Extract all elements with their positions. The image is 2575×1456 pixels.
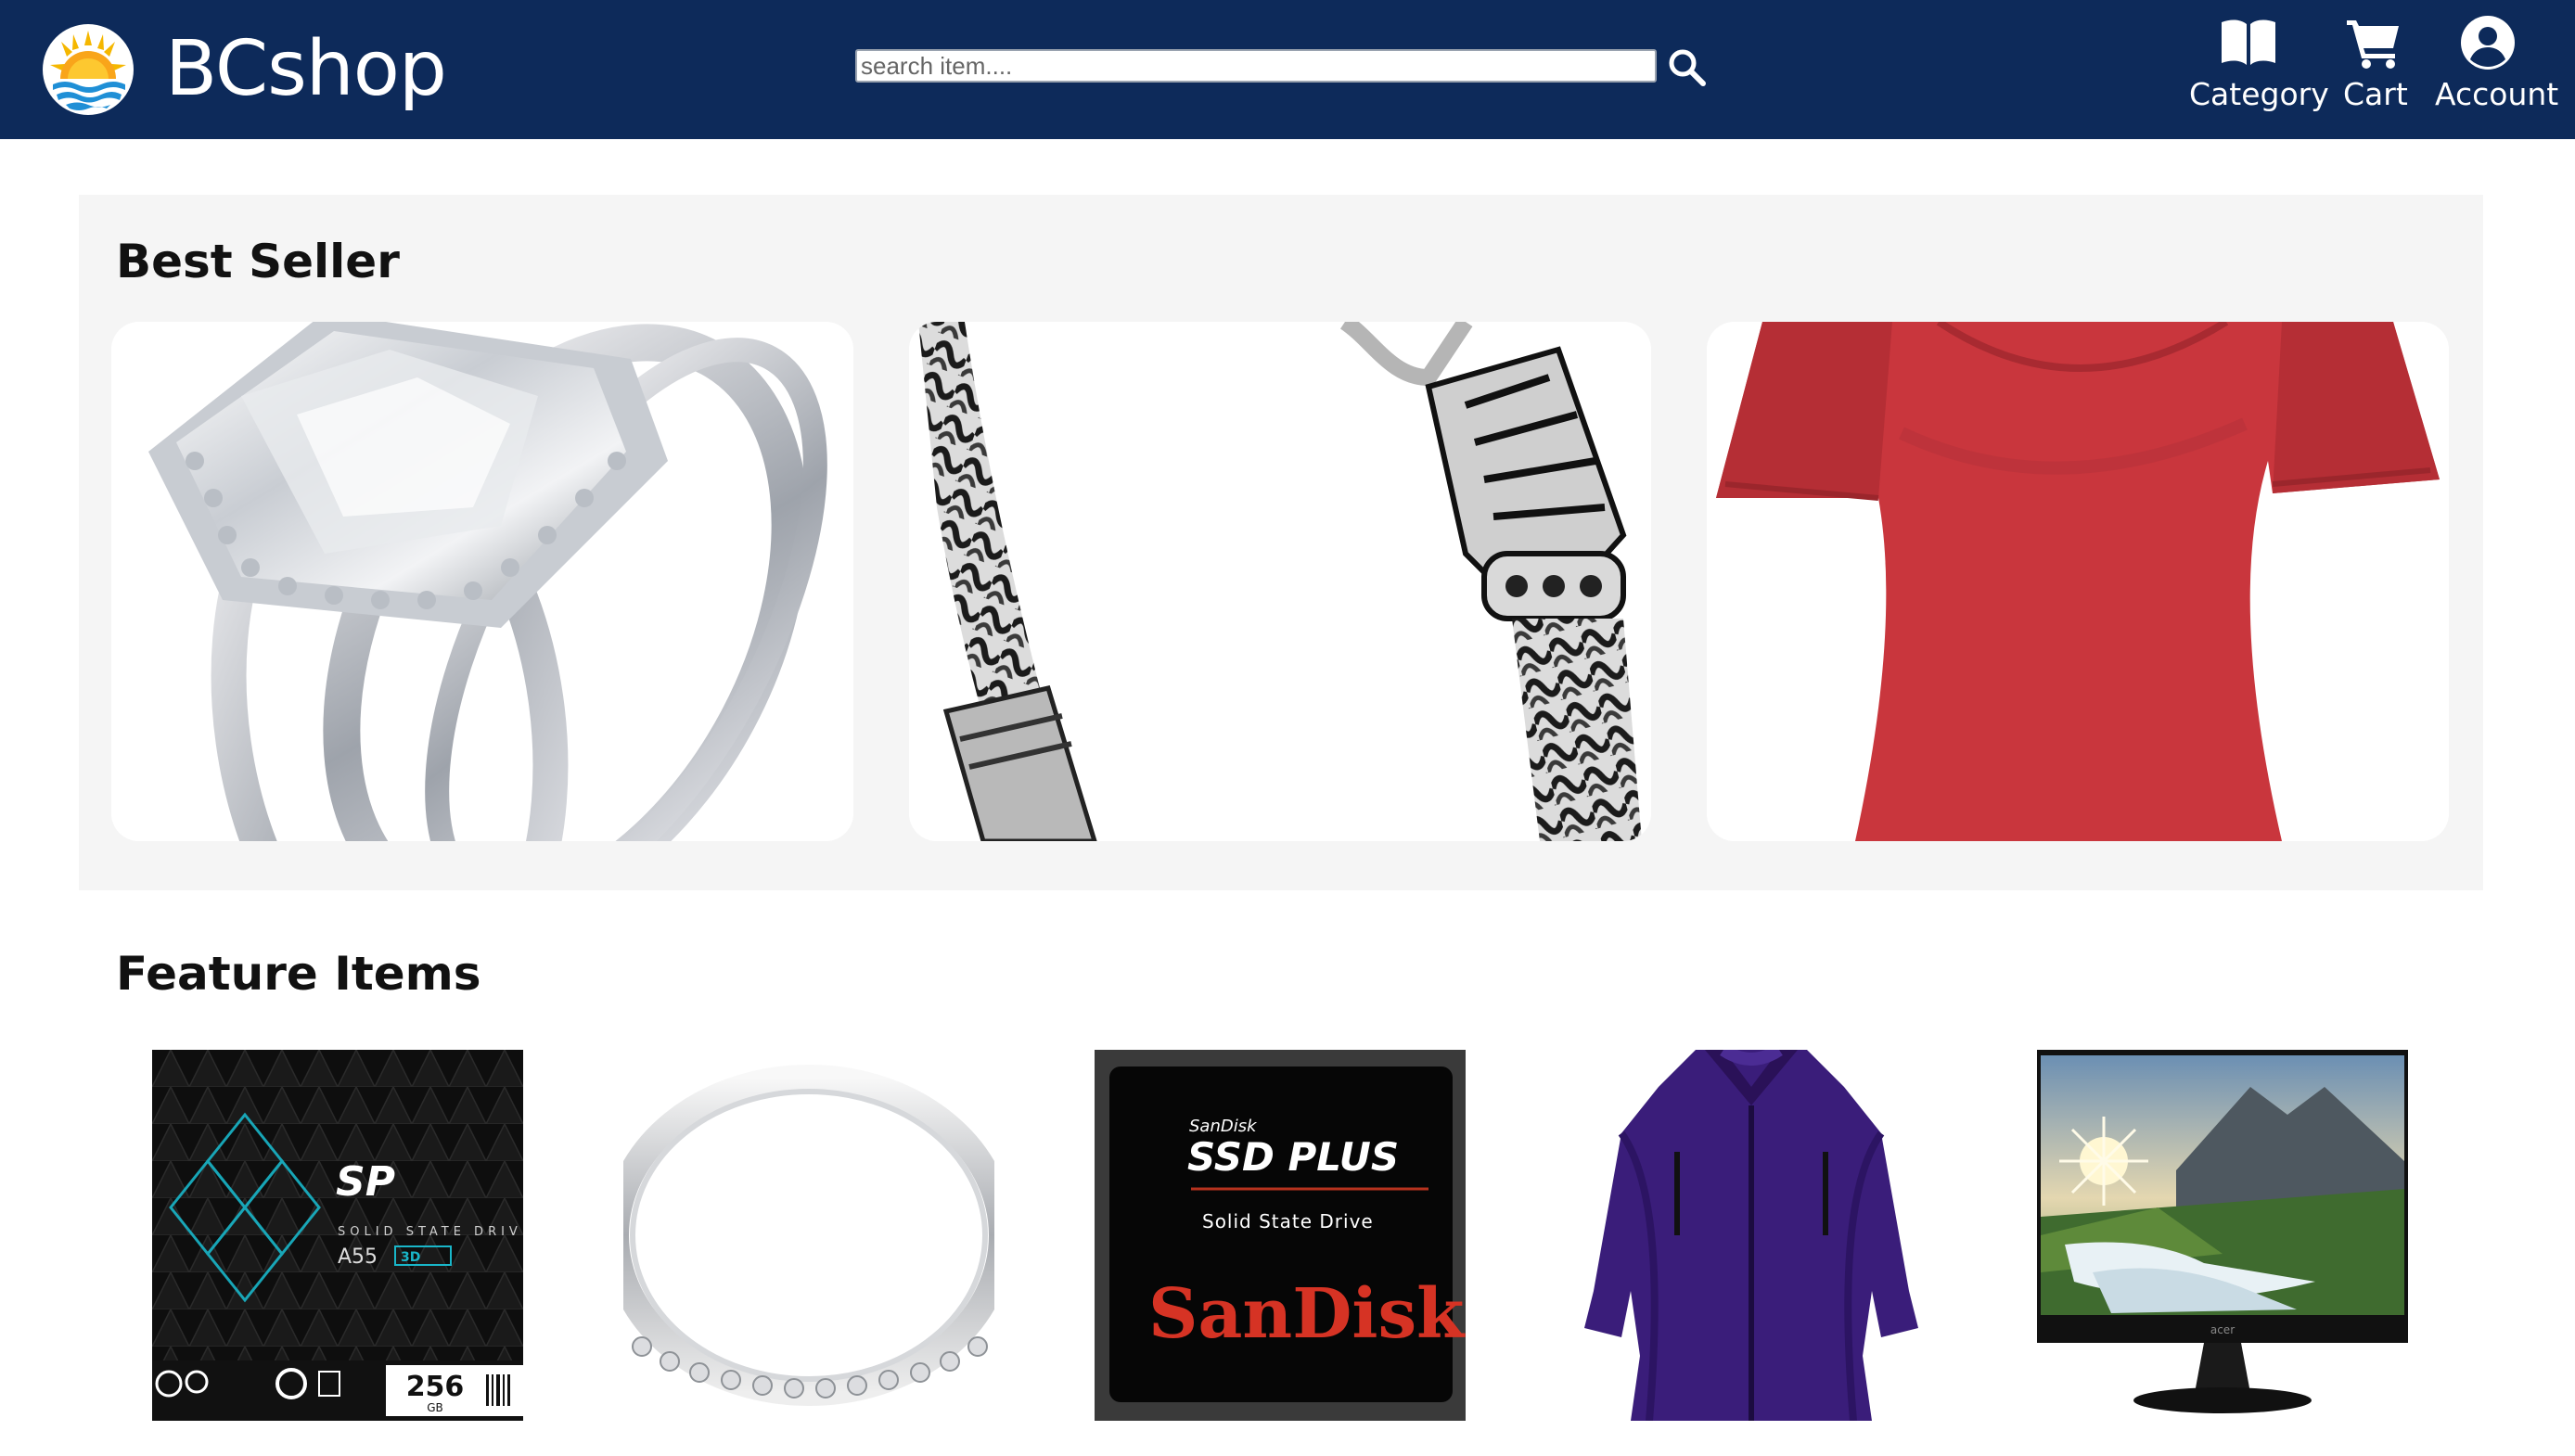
feature-item[interactable]: [1566, 1050, 1937, 1421]
sp-ssd-box-image: SP SOLID STATE DRIVE A55 3D 256 GB: [152, 1050, 523, 1421]
search-input[interactable]: [855, 49, 1657, 83]
nav-category-label: Category: [2189, 76, 2329, 112]
diamond-ring-image: [111, 322, 853, 841]
feature-item[interactable]: [623, 1050, 994, 1421]
shopping-cart-icon: [2347, 20, 2399, 69]
sp-badge-text: 3D: [401, 1250, 420, 1265]
top-navbar: BCshop Category Cart Account: [0, 0, 2575, 139]
red-tshirt-image: [1707, 322, 2449, 841]
search-button[interactable]: [1666, 46, 1709, 89]
brand-name[interactable]: BCshop: [165, 32, 447, 108]
best-seller-section: Best Seller: [79, 195, 2483, 890]
sp-line1-text: SOLID STATE DRIVE: [338, 1225, 523, 1239]
sp-model-text: A55: [338, 1245, 378, 1269]
sandisk-maker-text: SanDisk: [1189, 1117, 1258, 1136]
feature-item[interactable]: SP SOLID STATE DRIVE A55 3D 256 GB: [152, 1050, 523, 1421]
purple-jacket-image: [1566, 1050, 1937, 1421]
best-seller-card[interactable]: [1707, 322, 2449, 841]
sp-brand-text: SP: [336, 1158, 395, 1206]
nav-cart-label: Cart: [2343, 76, 2408, 112]
sandisk-subtitle-text: Solid State Drive: [1202, 1210, 1374, 1232]
sp-unit-text: GB: [427, 1401, 443, 1414]
magnifier-icon: [1669, 49, 1706, 86]
best-seller-card[interactable]: [111, 322, 853, 841]
sandisk-product-text: SSD PLUS: [1187, 1134, 1399, 1180]
sun-over-waves-logo[interactable]: [42, 23, 135, 116]
best-seller-card[interactable]: [909, 322, 1651, 841]
feature-items-title: Feature Items: [116, 947, 481, 1001]
monitor-logo-text: acer: [2210, 1323, 2235, 1336]
open-book-icon: [2222, 19, 2275, 65]
nav-account-label: Account: [2435, 76, 2559, 112]
feature-item[interactable]: acer: [2037, 1050, 2408, 1421]
sandisk-logo-text: SanDisk: [1148, 1274, 1466, 1354]
acer-monitor-image: acer: [2037, 1050, 2408, 1421]
sandisk-ssd-box-image: SanDisk SSD PLUS Solid State Drive SanDi…: [1095, 1050, 1466, 1421]
chain-bracelet-image: [909, 322, 1651, 841]
feature-item[interactable]: SanDisk SSD PLUS Solid State Drive SanDi…: [1095, 1050, 1466, 1421]
best-seller-title: Best Seller: [116, 235, 400, 288]
user-circle-icon: [2461, 16, 2515, 70]
nav-account[interactable]: Account: [2435, 15, 2558, 119]
nav-cart[interactable]: Cart: [2343, 15, 2408, 119]
nav-category[interactable]: Category: [2189, 15, 2329, 119]
eternity-band-image: [623, 1050, 994, 1421]
sp-capacity-text: 256: [406, 1371, 465, 1403]
